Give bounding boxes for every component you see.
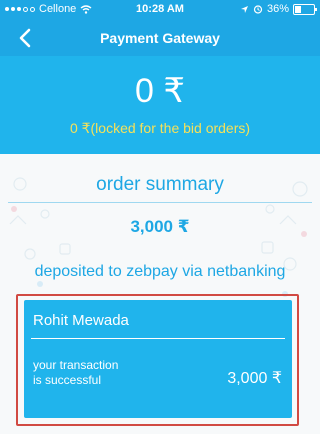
status-right: 36%: [240, 3, 317, 15]
deposit-method-text: deposited to zebpay via netbanking: [34, 263, 286, 280]
summary-divider: [8, 202, 312, 203]
transaction-amount: 3,000 ₹: [227, 370, 282, 387]
order-summary-section: order summary 3,000 ₹ deposited to zebpa…: [0, 154, 320, 434]
transaction-status-line-1: your transaction: [33, 358, 119, 372]
order-summary-title: order summary: [96, 174, 224, 195]
order-amount: 3,000 ₹: [130, 217, 190, 236]
location-icon: [240, 5, 248, 13]
balance-panel: 0 ₹ 0 ₹(locked for the bid orders): [0, 56, 320, 154]
battery-percent: 36%: [266, 3, 289, 15]
account-holder-name: Rohit Mewada: [33, 312, 129, 329]
page-title: Payment Gateway: [100, 30, 220, 46]
transaction-status: your transaction is successful: [33, 358, 163, 388]
battery-fill: [295, 5, 301, 13]
balance-amount: 0 ₹: [135, 72, 185, 110]
locked-balance-text: 0 ₹(locked for the bid orders): [69, 120, 251, 136]
status-bar: Cellone 10:28 AM 36%: [0, 0, 320, 20]
nav-bar: Payment Gateway: [0, 20, 320, 56]
transaction-card: Rohit Mewada your transaction is success…: [24, 300, 292, 418]
transaction-status-line-2: is successful: [33, 373, 102, 387]
card-divider: [31, 338, 285, 339]
alarm-icon: [253, 5, 263, 14]
battery-icon: [293, 3, 317, 15]
